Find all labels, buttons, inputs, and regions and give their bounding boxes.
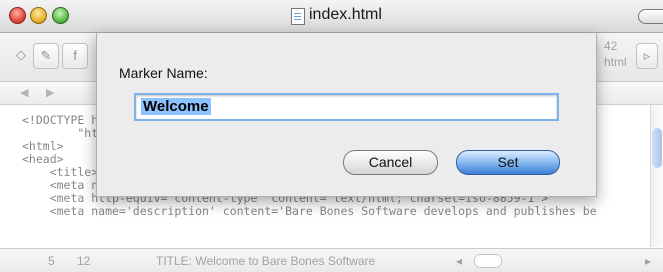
zoom-button[interactable] bbox=[52, 7, 69, 24]
marker-name-label: Marker Name: bbox=[119, 65, 208, 81]
set-button[interactable]: Set bbox=[456, 150, 560, 175]
toolbar-toggle-button[interactable] bbox=[638, 9, 663, 24]
marker-sheet-dialog: Marker Name: Welcome Cancel Set bbox=[96, 33, 597, 197]
editor-window: index.html ◇ ✎ f 42 html ▹ ◀ ▶ <!DOCTYPE… bbox=[0, 0, 663, 272]
minimize-button[interactable] bbox=[30, 7, 47, 24]
marker-name-value: Welcome bbox=[141, 98, 211, 115]
window-title: index.html bbox=[309, 6, 382, 23]
document-icon bbox=[291, 8, 305, 25]
close-button[interactable] bbox=[9, 7, 26, 24]
title-bar[interactable]: index.html bbox=[0, 0, 663, 33]
cancel-button[interactable]: Cancel bbox=[343, 150, 438, 175]
marker-name-input[interactable]: Welcome bbox=[134, 93, 559, 121]
